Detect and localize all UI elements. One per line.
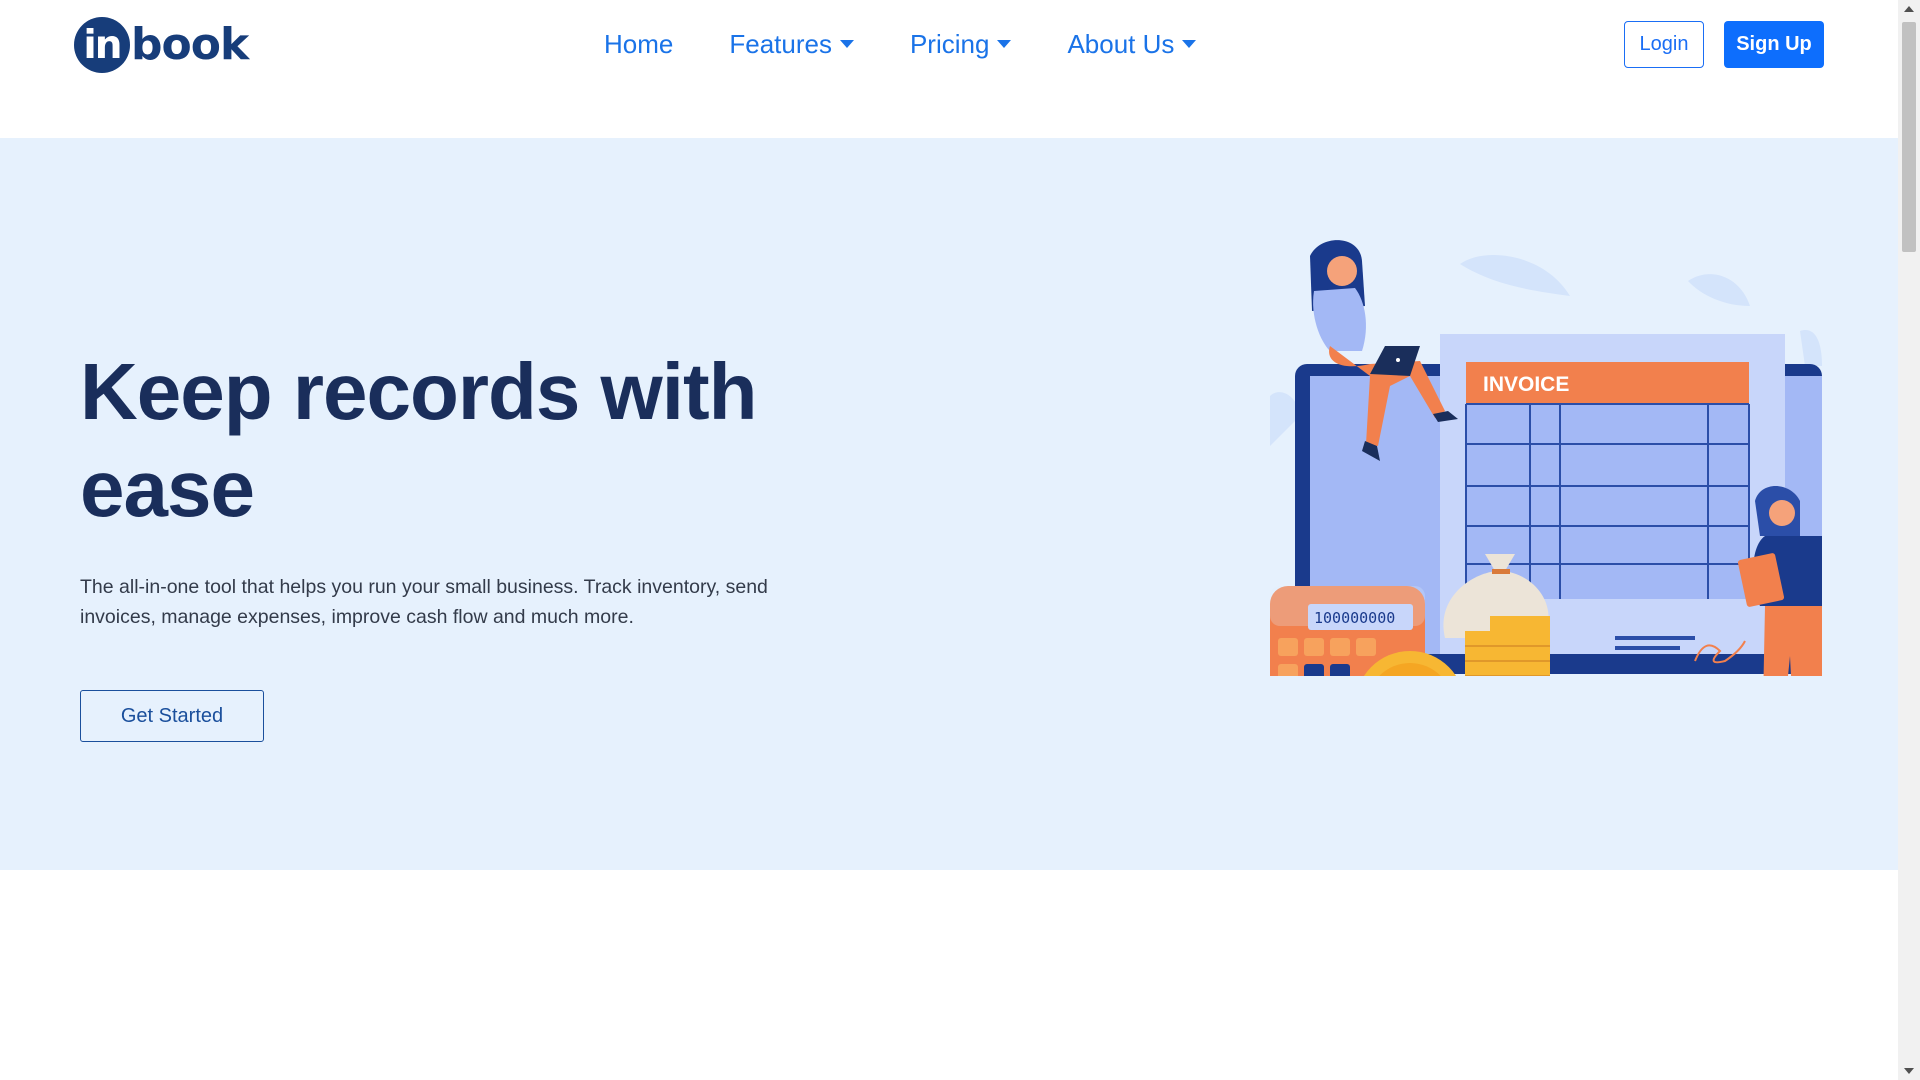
hero-title: Keep records with ease — [80, 347, 758, 533]
nav-pricing-label: Pricing — [909, 28, 990, 59]
caret-down-icon — [839, 40, 854, 48]
logo-text: book — [131, 19, 249, 70]
hero-section: Keep records with ease The all-in-one to… — [0, 138, 1898, 870]
main-nav: Home Features Pricing About Us — [604, 20, 1197, 68]
nav-features-label: Features — [729, 28, 832, 59]
navbar: in book Home Features Pricing About Us L… — [0, 0, 1898, 138]
hero-subtitle: The all-in-one tool that helps you run y… — [80, 576, 768, 628]
signature-line — [1615, 646, 1680, 650]
caret-down-icon — [1182, 40, 1197, 48]
calculator-display-text: 100000000 — [1314, 609, 1395, 627]
signup-button[interactable]: Sign Up — [1724, 21, 1824, 68]
scroll-down-arrow-icon[interactable] — [1904, 1068, 1914, 1074]
nav-home[interactable]: Home — [604, 29, 673, 60]
nav-home-label: Home — [604, 28, 674, 59]
signature-line — [1615, 636, 1695, 640]
get-started-button[interactable]: Get Started — [80, 690, 264, 742]
login-button[interactable]: Login — [1624, 21, 1704, 68]
nav-features-dropdown[interactable]: Features — [729, 29, 854, 60]
caret-down-icon — [997, 40, 1012, 48]
nav-about-dropdown[interactable]: About Us — [1067, 28, 1197, 60]
logo-badge: in — [74, 17, 130, 73]
invoice-label: INVOICE — [1483, 373, 1569, 396]
scroll-up-arrow-icon[interactable] — [1904, 6, 1914, 12]
inbook-logo[interactable]: in book — [74, 15, 249, 75]
nav-about-label: About Us — [1067, 28, 1175, 59]
page-scrollbar[interactable] — [1898, 0, 1920, 1080]
invoice-illustration: INVOICE 100000000 — [1270, 240, 1822, 676]
nav-pricing-dropdown[interactable]: Pricing — [909, 28, 1012, 60]
scrollbar-thumb[interactable] — [1902, 22, 1916, 252]
dollar-icon: $ — [1388, 673, 1433, 676]
